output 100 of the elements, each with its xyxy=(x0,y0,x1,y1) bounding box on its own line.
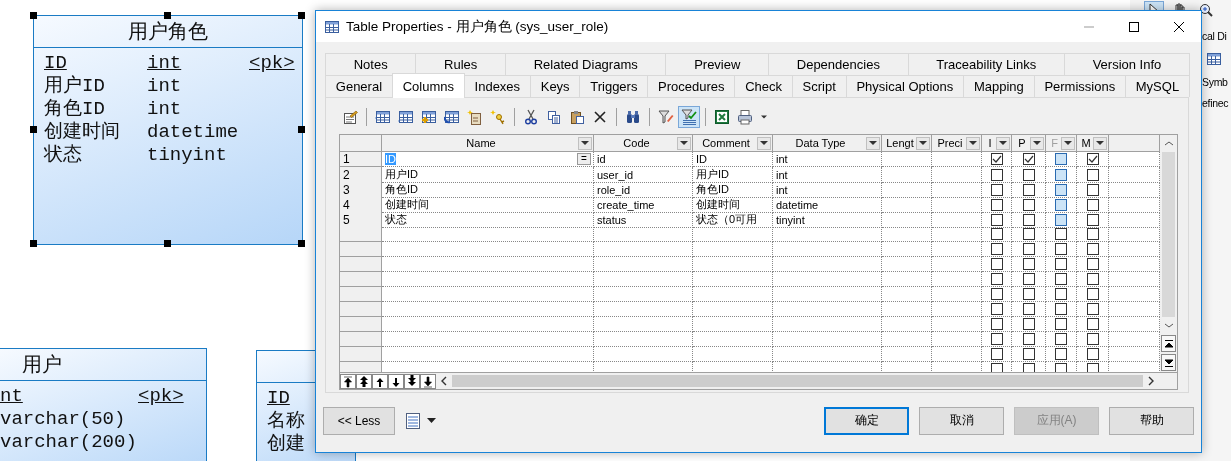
tab[interactable]: General xyxy=(325,75,393,97)
table-cell[interactable] xyxy=(594,347,693,362)
checkbox[interactable] xyxy=(1022,288,1035,300)
checkbox[interactable] xyxy=(1055,258,1067,270)
entity-box[interactable]: 用户角色 ID int <pk> 用户ID int 角色ID int 创建时间 datetime 状态 tinyint xyxy=(33,15,303,245)
table-cell[interactable] xyxy=(773,317,882,332)
scroll-right-icon[interactable] xyxy=(1147,376,1155,386)
table-cell[interactable] xyxy=(594,242,693,257)
tab[interactable]: Version Info xyxy=(1063,53,1190,75)
checkbox[interactable] xyxy=(1086,243,1099,255)
table-cell[interactable] xyxy=(382,302,594,317)
column-header[interactable]: Name xyxy=(384,137,578,149)
scroll-left-icon[interactable] xyxy=(440,376,448,386)
checkbox[interactable] xyxy=(1022,258,1035,270)
tab[interactable]: Script xyxy=(791,75,847,97)
scroll-up-icon[interactable] xyxy=(1164,141,1173,146)
table-cell[interactable] xyxy=(773,302,882,317)
row-number[interactable]: 3 xyxy=(340,182,382,198)
table-cell[interactable] xyxy=(693,257,773,272)
checkbox[interactable] xyxy=(990,213,1003,226)
table-cell[interactable] xyxy=(882,272,932,287)
table-cell[interactable] xyxy=(594,317,693,332)
checkbox[interactable] xyxy=(1022,363,1035,372)
checkbox[interactable] xyxy=(1086,258,1099,270)
checkbox[interactable] xyxy=(1086,168,1099,181)
table-cell[interactable] xyxy=(882,257,932,272)
checkbox[interactable] xyxy=(1086,198,1099,211)
table-cell[interactable] xyxy=(932,287,982,302)
row-number[interactable]: 5 xyxy=(340,212,382,228)
checkbox[interactable] xyxy=(1022,153,1035,165)
checkbox[interactable] xyxy=(990,318,1003,330)
table-cell[interactable] xyxy=(693,332,773,347)
checkbox[interactable] xyxy=(1086,228,1099,240)
checkbox[interactable] xyxy=(1086,183,1099,196)
checkbox[interactable] xyxy=(1022,333,1035,345)
table-cell[interactable] xyxy=(932,257,982,272)
checkbox[interactable] xyxy=(1022,168,1035,181)
horizontal-scrollbar[interactable] xyxy=(452,375,1143,387)
checkbox[interactable] xyxy=(1022,348,1035,360)
checkbox[interactable] xyxy=(1055,303,1067,315)
table-cell[interactable] xyxy=(932,227,982,242)
table-cell[interactable] xyxy=(882,227,932,242)
table-cell[interactable] xyxy=(932,212,982,228)
column-header[interactable]: M xyxy=(1079,137,1093,149)
resize-handle[interactable] xyxy=(30,240,37,247)
table-cell[interactable] xyxy=(932,332,982,347)
entity-box[interactable]: 用户 nt <pk> varchar(50) varchar(200) xyxy=(0,348,207,461)
table-cell[interactable] xyxy=(382,287,594,302)
checkbox[interactable] xyxy=(1086,318,1099,330)
equals-button[interactable]: = xyxy=(577,153,591,165)
checkbox[interactable] xyxy=(990,183,1003,196)
table-cell[interactable] xyxy=(773,242,882,257)
dialog-button[interactable]: 取消 xyxy=(919,406,1004,435)
checkbox[interactable] xyxy=(1022,243,1035,255)
checkbox[interactable] xyxy=(990,273,1003,285)
table-cell[interactable] xyxy=(693,242,773,257)
checkbox[interactable] xyxy=(990,198,1003,211)
tab[interactable]: Physical Options xyxy=(845,75,965,97)
tab[interactable]: Notes xyxy=(325,53,417,75)
table-cell[interactable] xyxy=(882,182,932,198)
checkbox[interactable] xyxy=(1055,348,1067,360)
column-header[interactable]: Preci xyxy=(934,137,966,149)
checkbox[interactable] xyxy=(990,348,1003,360)
table-cell[interactable] xyxy=(932,167,982,183)
table-cell[interactable] xyxy=(693,227,773,242)
column-header[interactable]: I xyxy=(984,137,996,149)
row-number[interactable]: 4 xyxy=(340,197,382,213)
table-cell[interactable] xyxy=(773,227,882,242)
table-cell[interactable] xyxy=(882,332,932,347)
table-cell[interactable] xyxy=(773,347,882,362)
table-cell[interactable] xyxy=(882,212,932,228)
checkbox[interactable] xyxy=(1086,213,1099,226)
table-cell[interactable] xyxy=(882,302,932,317)
checkbox[interactable] xyxy=(990,303,1003,315)
table-cell[interactable] xyxy=(693,302,773,317)
row-number[interactable]: 1 xyxy=(340,152,382,167)
table-cell[interactable] xyxy=(932,317,982,332)
table-cell[interactable] xyxy=(773,287,882,302)
row-header[interactable] xyxy=(340,227,382,242)
move-up-icon[interactable] xyxy=(372,373,388,389)
row-header[interactable] xyxy=(340,272,382,287)
checkbox[interactable] xyxy=(1086,363,1099,372)
table-cell[interactable] xyxy=(693,272,773,287)
checkbox[interactable] xyxy=(1086,288,1099,300)
dialog-button[interactable]: 确定 xyxy=(824,406,909,435)
checkbox[interactable] xyxy=(1086,348,1099,360)
checkbox[interactable] xyxy=(1086,333,1099,345)
row-header[interactable] xyxy=(340,257,382,272)
resize-handle[interactable] xyxy=(164,12,171,19)
table-cell[interactable] xyxy=(693,347,773,362)
table-cell[interactable] xyxy=(882,317,932,332)
scroll-bottom-icon[interactable] xyxy=(1164,358,1173,367)
row-header[interactable] xyxy=(340,242,382,257)
scroll-down-icon[interactable] xyxy=(1164,323,1173,328)
table-cell[interactable] xyxy=(932,347,982,362)
table-cell[interactable] xyxy=(594,272,693,287)
resize-handle[interactable] xyxy=(164,240,171,247)
checkbox[interactable] xyxy=(990,363,1003,372)
checkbox[interactable] xyxy=(1022,228,1035,240)
checkbox[interactable] xyxy=(1055,333,1067,345)
